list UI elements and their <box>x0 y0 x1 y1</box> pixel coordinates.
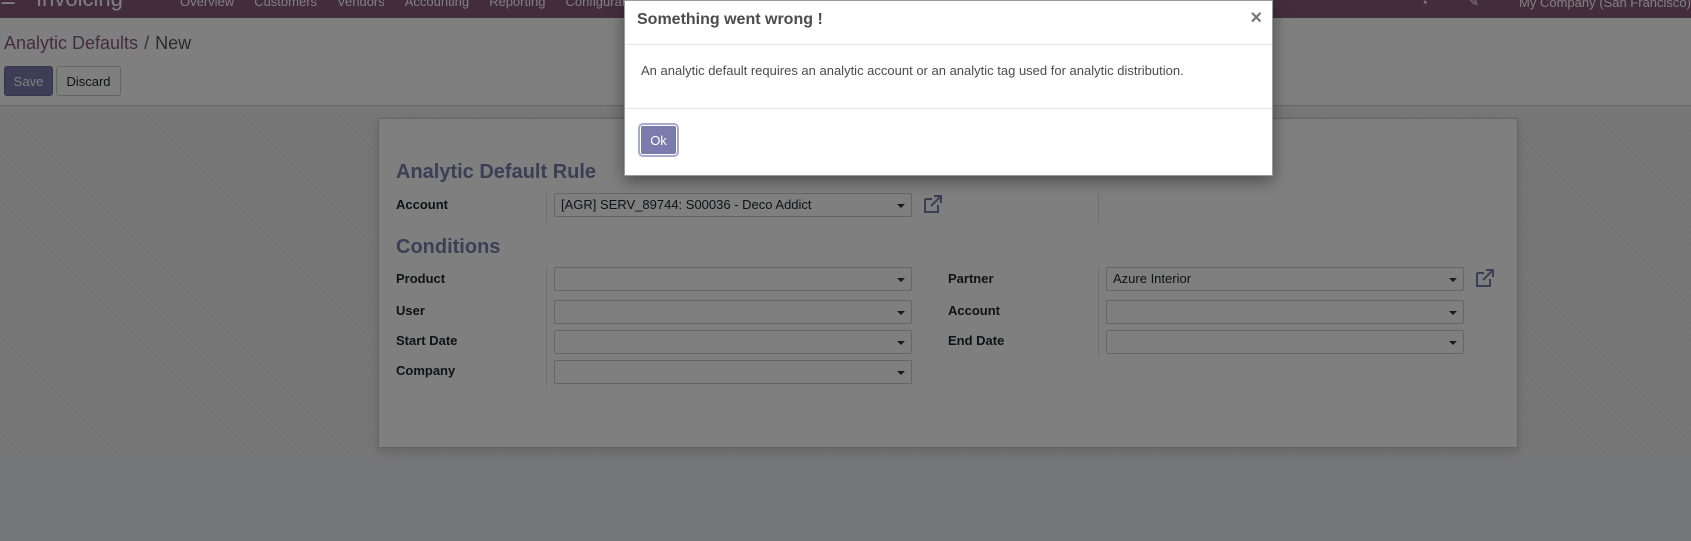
ok-button[interactable]: Ok <box>640 125 677 155</box>
error-dialog: Something went wrong ! × An analytic def… <box>624 0 1273 176</box>
close-icon[interactable]: × <box>1250 7 1262 30</box>
dialog-footer: Ok <box>625 108 1272 177</box>
dialog-message: An analytic default requires an analytic… <box>641 63 1184 78</box>
dialog-header: Something went wrong ! × <box>625 1 1272 45</box>
dialog-title: Something went wrong ! <box>637 11 823 28</box>
